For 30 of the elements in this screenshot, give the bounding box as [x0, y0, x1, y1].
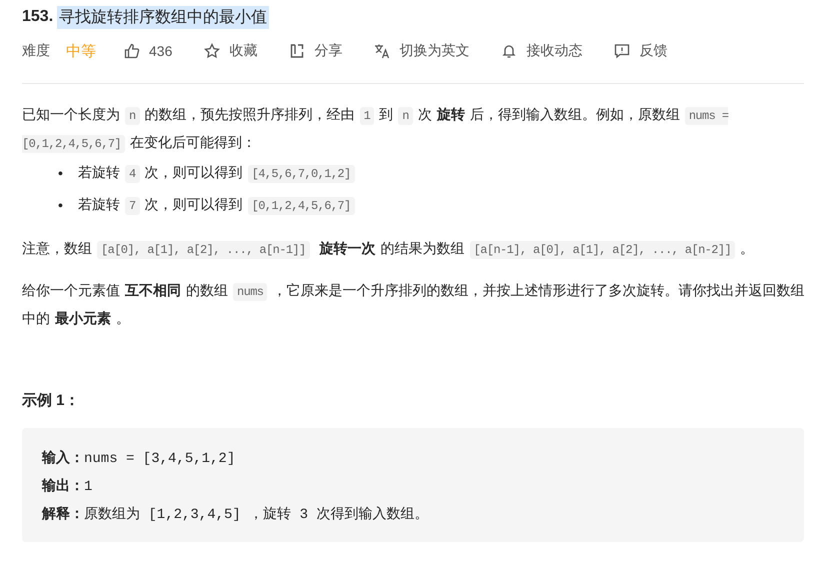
- description-paragraph: 注意，数组 [a[0], a[1], a[2], ..., a[n-1]] 旋转一次 的结果为数组 [a[n-1], a[0], a[1], a[2], ..., a[n-2]] 。: [22, 239, 756, 261]
- share-icon[interactable]: [289, 43, 306, 59]
- thumbs-up-icon[interactable]: [124, 43, 140, 59]
- translate-icon[interactable]: [374, 43, 390, 59]
- description-paragraph: 给你一个元素值 互不相同 的数组 nums ，它原来是一个升序排列的数组，并按上述情形进行了多次旋转。请你找出并返回数组中的 最小元素 。: [22, 281, 806, 328]
- example-label: 输出：: [42, 477, 84, 493]
- action-label[interactable]: 436: [149, 43, 172, 59]
- action-label[interactable]: 分享: [314, 42, 342, 60]
- action-label[interactable]: 反馈: [639, 42, 668, 60]
- example-label: 解释：: [42, 505, 84, 521]
- example-title: 示例 1：: [22, 391, 81, 410]
- action-label[interactable]: 接收动态: [526, 42, 582, 60]
- difficulty-label: 难度: [22, 42, 50, 60]
- action-label[interactable]: 切换为英文: [399, 42, 470, 60]
- bell-icon[interactable]: [501, 43, 518, 59]
- feedback-icon[interactable]: [614, 43, 630, 59]
- description-paragraph: 已知一个长度为 n 的数组，预先按照升序排列，经由 1 到 n 次 旋转 后，得到输入数组。例如，原数组 nums = [0,1,2,4,5,6,7] 在变化后可能得到：: [22, 105, 730, 155]
- example-value: nums = [3,4,5,1,2]: [84, 451, 236, 467]
- example-value: 1: [84, 479, 92, 495]
- bullet-text: 若旋转 4 次，则可以得到 [4,5,6,7,0,1,2]: [78, 157, 360, 189]
- problem-number: 153.: [22, 8, 54, 26]
- difficulty-value: 中等: [66, 42, 96, 60]
- example-label: 输入：: [42, 449, 84, 465]
- example-value: 原数组为 [1,2,3,4,5] ，旋转 3 次得到输入数组。: [84, 507, 428, 523]
- bullet-marker: •: [58, 196, 64, 215]
- problem-title: 寻找旋转排序数组中的最小值: [57, 6, 270, 28]
- bullet-marker: •: [58, 164, 64, 183]
- action-label[interactable]: 收藏: [229, 42, 258, 60]
- bullet-text: 若旋转 7 次，则可以得到 [0,1,2,4,5,6,7]: [78, 189, 360, 221]
- star-icon[interactable]: [204, 43, 220, 59]
